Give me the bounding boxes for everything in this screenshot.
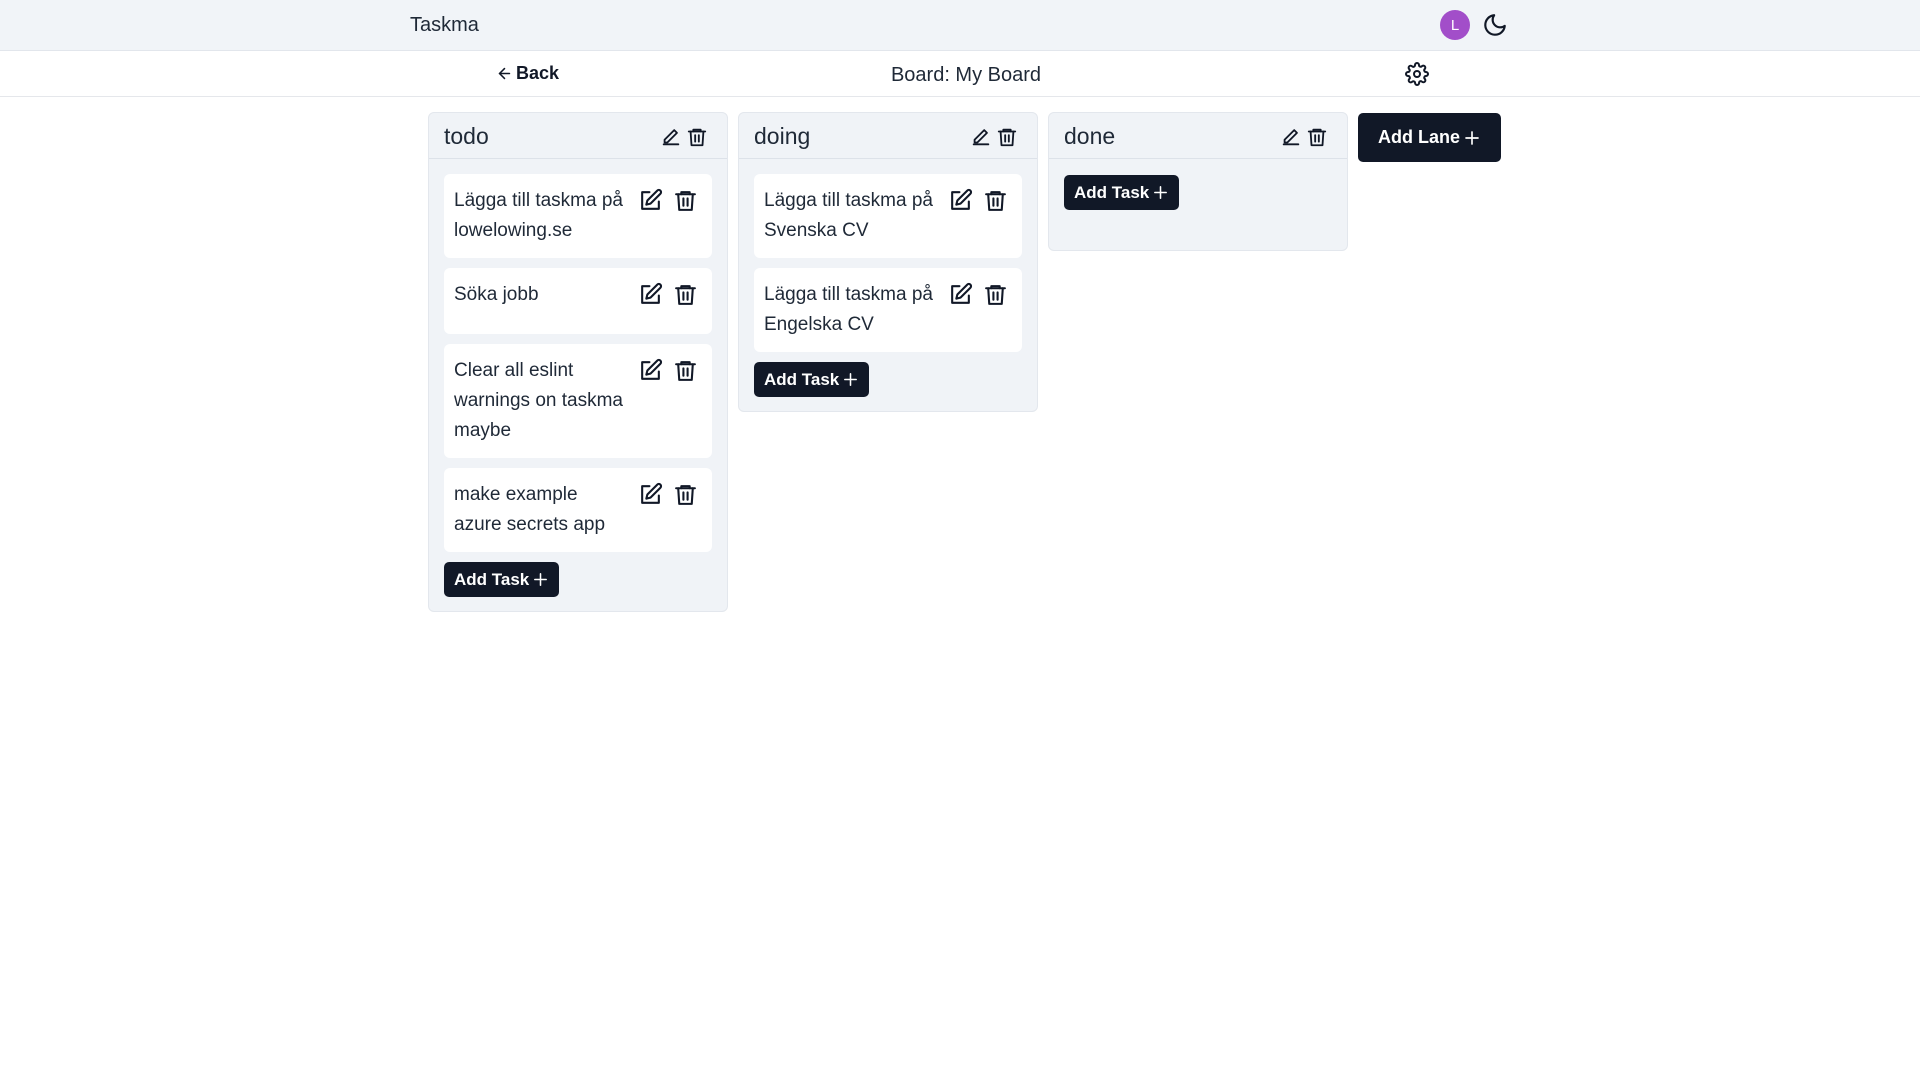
pencil-icon (972, 129, 990, 146)
edit-icon (641, 482, 663, 504)
board-toolbar: Back Board: My Board (0, 51, 1920, 97)
trash-icon (675, 191, 696, 211)
add-lane-button[interactable]: Add Lane (1358, 113, 1502, 162)
edit-task-button[interactable] (638, 188, 663, 213)
lane-actions (659, 125, 709, 149)
task-actions (638, 358, 698, 383)
edit-icon (951, 188, 973, 210)
lane-body: Lägga till taskma på lowelowing.se Söka … (429, 159, 727, 611)
task-text: Lägga till taskma på Engelska CV (764, 284, 933, 335)
lane-actions (969, 125, 1019, 149)
lane-todo: todo Lägga till taskma på lowelowing.se … (428, 112, 728, 612)
task-actions (638, 282, 698, 307)
plus-icon (1465, 130, 1479, 145)
lane-done: done Add Task (1048, 112, 1348, 251)
delete-task-button[interactable] (983, 188, 1008, 213)
trash-icon (1307, 128, 1327, 147)
moon-icon (1484, 14, 1506, 36)
plus-icon (844, 373, 858, 386)
edit-task-button[interactable] (948, 282, 973, 307)
task-actions (948, 188, 1008, 213)
delete-task-button[interactable] (673, 358, 698, 383)
lane-title[interactable]: doing (754, 123, 810, 150)
task-text: Clear all eslint warnings on taskma mayb… (454, 360, 623, 441)
edit-lane-button[interactable] (659, 125, 683, 149)
dark-mode-toggle[interactable] (1480, 10, 1510, 40)
edit-lane-button[interactable] (1279, 125, 1303, 149)
delete-task-button[interactable] (983, 282, 1008, 307)
trash-icon (687, 128, 707, 147)
edit-icon (641, 188, 663, 210)
task-text: Lägga till taskma på Svenska CV (764, 190, 933, 241)
trash-icon (675, 285, 696, 305)
delete-task-button[interactable] (673, 282, 698, 307)
lane-header: todo (429, 113, 727, 159)
edit-icon (641, 282, 663, 304)
delete-lane-button[interactable] (995, 125, 1019, 149)
task-card[interactable]: Lägga till taskma på lowelowing.se (444, 174, 712, 258)
add-task-label: Add Task (764, 369, 840, 389)
task-text: Lägga till taskma på lowelowing.se (454, 190, 623, 241)
delete-task-button[interactable] (673, 482, 698, 507)
board-title: Board: My Board (0, 64, 1920, 87)
add-task-button[interactable]: Add Task (1064, 175, 1180, 210)
task-text: make example azure secrets app (454, 484, 606, 535)
lane-body: Lägga till taskma på Svenska CV Lägga ti… (739, 159, 1037, 411)
pencil-icon (662, 129, 680, 146)
task-card[interactable]: Lägga till taskma på Engelska CV (754, 268, 1022, 352)
trash-icon (985, 191, 1006, 211)
edit-task-button[interactable] (638, 482, 663, 507)
add-task-label: Add Task (1074, 182, 1150, 202)
edit-task-button[interactable] (948, 188, 973, 213)
trash-icon (985, 285, 1006, 305)
task-actions (948, 282, 1008, 307)
lane-title[interactable]: todo (444, 123, 489, 150)
edit-task-button[interactable] (638, 358, 663, 383)
lane-title[interactable]: done (1064, 123, 1115, 150)
lane-body: Add Task (1049, 159, 1347, 250)
delete-task-button[interactable] (673, 188, 698, 213)
pencil-icon (1282, 129, 1300, 146)
task-actions (638, 188, 698, 213)
task-actions (638, 482, 698, 507)
task-card[interactable]: Söka jobb (444, 268, 712, 334)
lane-header: done (1049, 113, 1347, 159)
edit-lane-button[interactable] (969, 125, 993, 149)
edit-task-button[interactable] (638, 282, 663, 307)
trash-icon (675, 485, 696, 505)
app-title[interactable]: Taskma (410, 14, 479, 37)
delete-lane-button[interactable] (685, 125, 709, 149)
task-card[interactable]: make example azure secrets app (444, 468, 712, 552)
lane-actions (1279, 125, 1329, 149)
task-card[interactable]: Clear all eslint warnings on taskma mayb… (444, 344, 712, 458)
plus-icon (1154, 186, 1168, 199)
board-settings-button[interactable] (1403, 60, 1431, 88)
edit-icon (951, 282, 973, 304)
add-task-button[interactable]: Add Task (444, 562, 560, 597)
lane-doing: doing Lägga till taskma på Svenska CV Lä… (738, 112, 1038, 412)
edit-icon (641, 358, 663, 380)
gear-icon (1405, 62, 1429, 86)
top-navbar: Taskma L (0, 0, 1920, 51)
lane-header: doing (739, 113, 1037, 159)
delete-lane-button[interactable] (1305, 125, 1329, 149)
add-task-label: Add Task (454, 569, 530, 589)
add-task-button[interactable]: Add Task (754, 362, 870, 397)
trash-icon (997, 128, 1017, 147)
trash-icon (675, 361, 696, 381)
add-lane-label: Add Lane (1378, 127, 1461, 147)
task-text: Söka jobb (454, 284, 539, 305)
task-card[interactable]: Lägga till taskma på Svenska CV (754, 174, 1022, 258)
plus-icon (534, 573, 548, 586)
user-avatar[interactable]: L (1440, 10, 1470, 40)
board-title-text: Board: My Board (890, 64, 1042, 86)
